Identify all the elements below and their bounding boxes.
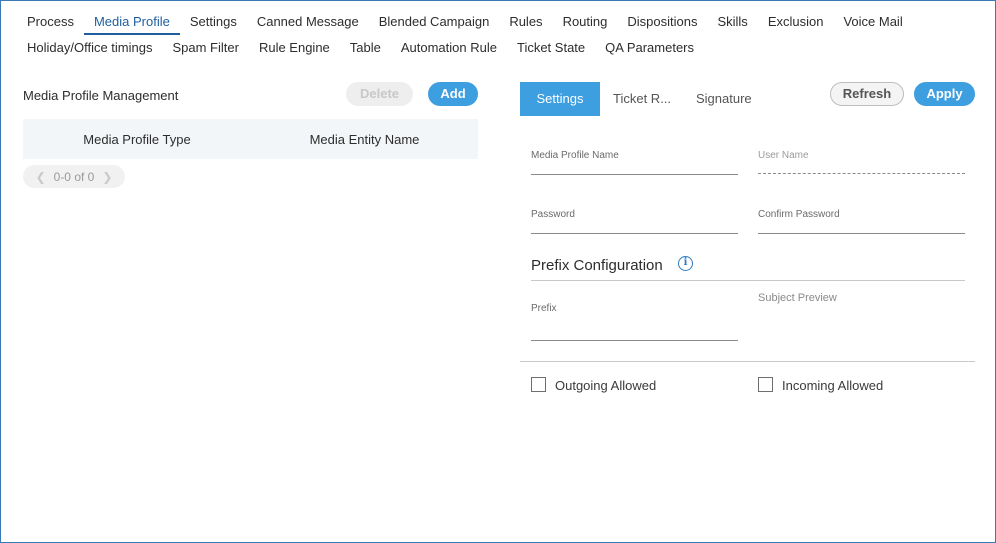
nav-tab-qa-parameters[interactable]: QA Parameters — [595, 35, 704, 61]
password-field[interactable]: Password — [531, 209, 738, 234]
prefix-field[interactable]: Prefix — [531, 303, 738, 342]
nav-tab-media-profile[interactable]: Media Profile — [83, 9, 180, 35]
nav-tab-exclusion[interactable]: Exclusion — [758, 9, 834, 35]
incoming-allowed-label: Incoming Allowed — [782, 378, 884, 393]
nav-tab-skills[interactable]: Skills — [707, 9, 757, 35]
section-divider — [520, 361, 975, 362]
confirm-password-field[interactable]: Confirm Password — [758, 209, 965, 234]
nav-tab-process[interactable]: Process — [17, 9, 84, 35]
prev-page-icon[interactable]: ❮ — [36, 170, 46, 184]
nav-row-2: Holiday/Office timings Spam Filter Rule … — [17, 35, 977, 61]
pagination-text: 0-0 of 0 — [53, 169, 95, 184]
nav-tab-table[interactable]: Table — [340, 35, 391, 61]
outgoing-allowed-label: Outgoing Allowed — [555, 378, 657, 393]
media-profile-name-label: Media Profile Name — [531, 150, 619, 161]
prefix-divider — [531, 280, 965, 281]
refresh-button[interactable]: Refresh — [830, 82, 904, 106]
nav-tab-settings[interactable]: Settings — [180, 9, 247, 35]
nav-tab-dispositions[interactable]: Dispositions — [617, 9, 707, 35]
password-label: Password — [531, 209, 575, 220]
nav-tab-rule-engine[interactable]: Rule Engine — [249, 35, 340, 61]
column-header-media-entity-name[interactable]: Media Entity Name — [251, 132, 478, 147]
tab-signature[interactable]: Signature — [696, 82, 752, 116]
nav-tab-routing[interactable]: Routing — [553, 9, 618, 35]
incoming-allowed-checkbox[interactable] — [758, 377, 773, 392]
confirm-password-label: Confirm Password — [758, 209, 840, 220]
prefix-configuration-title: Prefix Configuration — [531, 257, 663, 274]
subject-preview-label: Subject Preview — [758, 292, 837, 304]
nav-tab-voice-mail[interactable]: Voice Mail — [833, 9, 912, 35]
app-frame: Process Media Profile Settings Canned Me… — [0, 0, 996, 543]
prefix-label: Prefix — [531, 303, 557, 314]
info-icon[interactable]: i — [678, 256, 693, 271]
nav-tab-spam-filter[interactable]: Spam Filter — [162, 35, 248, 61]
nav-tab-holiday-office-timings[interactable]: Holiday/Office timings — [17, 35, 162, 61]
nav-tab-automation-rule[interactable]: Automation Rule — [391, 35, 507, 61]
pagination: ❮ 0-0 of 0 ❯ — [23, 165, 125, 188]
profile-table-header: Media Profile Type Media Entity Name — [23, 119, 478, 159]
nav-tab-blended-campaign[interactable]: Blended Campaign — [369, 9, 500, 35]
nav-row-1: Process Media Profile Settings Canned Me… — [17, 9, 977, 35]
outgoing-allowed-checkbox[interactable] — [531, 377, 546, 392]
column-header-media-profile-type[interactable]: Media Profile Type — [23, 132, 251, 147]
top-nav: Process Media Profile Settings Canned Me… — [17, 9, 977, 61]
user-name-label: User Name — [758, 150, 809, 161]
delete-button[interactable]: Delete — [346, 82, 413, 106]
nav-tab-rules[interactable]: Rules — [499, 9, 552, 35]
tab-settings[interactable]: Settings — [520, 82, 600, 116]
nav-tab-canned-message[interactable]: Canned Message — [247, 9, 369, 35]
nav-tab-ticket-state[interactable]: Ticket State — [507, 35, 595, 61]
media-profile-name-field[interactable]: Media Profile Name — [531, 150, 738, 175]
add-button[interactable]: Add — [428, 82, 478, 106]
user-name-field[interactable]: User Name — [758, 150, 965, 175]
media-profile-management-title: Media Profile Management — [23, 88, 179, 103]
next-page-icon[interactable]: ❯ — [102, 170, 112, 184]
apply-button[interactable]: Apply — [914, 82, 975, 106]
tab-ticket-r[interactable]: Ticket R... — [613, 82, 671, 116]
